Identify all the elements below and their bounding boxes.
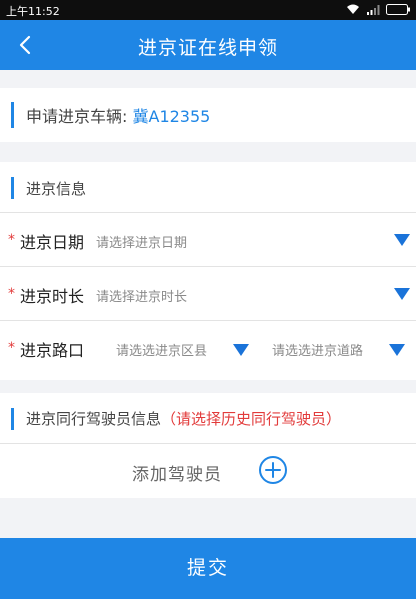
submit-button[interactable]: 提交 (0, 538, 416, 599)
entry-info-title: 进京信息 (26, 180, 87, 198)
driver-info-title: 进京同行驾驶员信息 (26, 410, 162, 428)
entry-duration-placeholder[interactable]: 请选择进京时长 (96, 286, 187, 305)
section-accent-bar (11, 177, 14, 199)
signal-icon (366, 4, 380, 15)
add-driver-button[interactable]: 添加驾驶员 (0, 444, 416, 498)
select-history-driver-link[interactable]: （请选择历史同行驾驶员） (161, 410, 341, 428)
entry-info-header: 进京信息 (0, 162, 416, 212)
dropdown-arrow-icon[interactable] (394, 288, 410, 300)
required-mark: * (8, 232, 15, 248)
entry-duration-row[interactable]: * 进京时长 请选择进京时长 (0, 266, 416, 321)
status-icons (346, 4, 410, 15)
status-time: 上午11:52 (6, 5, 60, 18)
entry-date-row[interactable]: * 进京日期 请选择进京日期 (0, 212, 416, 267)
battery-icon (386, 4, 410, 15)
dropdown-arrow-icon[interactable] (233, 344, 249, 356)
dropdown-arrow-icon[interactable] (394, 234, 410, 246)
section-accent-bar (11, 102, 14, 128)
entry-date-placeholder[interactable]: 请选择进京日期 (96, 232, 187, 251)
vehicle-card: 申请进京车辆: 冀A12355 (0, 88, 416, 142)
plus-circle-icon[interactable] (258, 455, 288, 489)
driver-info-title-row: 进京同行驾驶员信息（请选择历史同行驾驶员） (26, 408, 341, 429)
section-accent-bar (11, 408, 14, 430)
road-select[interactable]: 请选选进京道路 (272, 340, 363, 359)
required-mark: * (8, 340, 15, 356)
vehicle-plate: 冀A12355 (132, 107, 211, 126)
district-select[interactable]: 请选选进京区县 (116, 340, 207, 359)
entry-point-row: * 进京路口 请选选进京区县 请选选进京道路 (0, 320, 416, 375)
entry-date-label: 进京日期 (20, 233, 85, 252)
driver-info-header: 进京同行驾驶员信息（请选择历史同行驾驶员） (0, 393, 416, 444)
vehicle-row: 申请进京车辆: 冀A12355 (26, 103, 210, 127)
wifi-icon (346, 4, 360, 15)
driver-info-card: 进京同行驾驶员信息（请选择历史同行驾驶员） 添加驾驶员 (0, 393, 416, 498)
entry-duration-label: 进京时长 (20, 287, 85, 306)
entry-info-card: 进京信息 * 进京日期 请选择进京日期 * 进京时长 请选择进京时长 * 进京路… (0, 162, 416, 380)
entry-point-label: 进京路口 (20, 341, 85, 360)
nav-bar: 进京证在线申领 (0, 20, 416, 70)
add-driver-label: 添加驾驶员 (132, 465, 222, 485)
dropdown-arrow-icon[interactable] (389, 344, 405, 356)
vehicle-label: 申请进京车辆: (26, 107, 128, 126)
page-title: 进京证在线申领 (137, 37, 278, 59)
status-bar: 上午11:52 (0, 0, 416, 20)
required-mark: * (8, 286, 15, 302)
